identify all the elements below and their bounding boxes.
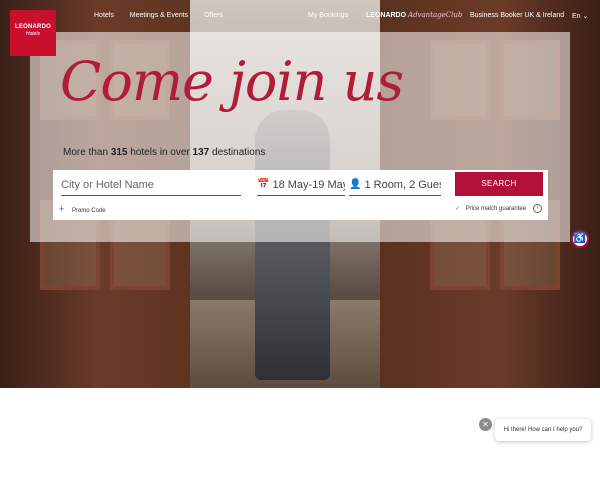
person-icon: 👤 bbox=[349, 179, 362, 190]
dates-field[interactable]: 📅 18 May-19 May bbox=[257, 174, 345, 196]
advantage-club-link[interactable]: LEONARDO AdvantageClub bbox=[366, 11, 462, 19]
hero-subline: More than 315 hotels in over 137 destina… bbox=[63, 147, 265, 158]
search-panel: City or Hotel Name 📅 18 May-19 May 👤 1 R… bbox=[53, 170, 548, 220]
hotels-count: 315 bbox=[110, 147, 128, 158]
promo-code-toggle[interactable]: + Promo Code bbox=[59, 204, 106, 214]
check-icon: ✓ bbox=[455, 206, 461, 212]
language-label: En bbox=[572, 13, 581, 20]
site-header: LEONARDO Hotels Hotels Meetings & Events… bbox=[0, 0, 600, 56]
guests-field[interactable]: 👤 1 Room, 2 Guests bbox=[349, 174, 441, 196]
search-button[interactable]: SEARCH bbox=[455, 172, 543, 196]
guests-value: 1 Room, 2 Guests bbox=[364, 178, 441, 191]
subline-prefix: More than bbox=[63, 147, 109, 158]
calendar-icon: 📅 bbox=[257, 179, 270, 190]
close-icon[interactable]: ✕ bbox=[479, 418, 492, 431]
subline-suffix: destinations bbox=[212, 147, 266, 158]
promo-code-label: Promo Code bbox=[71, 208, 106, 214]
nav-hotels[interactable]: Hotels bbox=[94, 12, 114, 19]
subline-mid: hotels in over bbox=[130, 147, 190, 158]
main-nav: Hotels Meetings & Events Offers bbox=[94, 12, 237, 19]
plus-icon: + bbox=[59, 204, 65, 214]
nav-business-booker[interactable]: Business Booker UK & Ireland bbox=[470, 12, 564, 19]
hero-headline: Come join us bbox=[60, 50, 404, 113]
destinations-count: 137 bbox=[192, 147, 210, 158]
logo-text: LEONARDO bbox=[15, 24, 51, 30]
info-icon[interactable]: i bbox=[533, 204, 542, 213]
logo-subtext: Hotels bbox=[25, 31, 41, 37]
chat-bubble[interactable]: Hi there! How can I help you? bbox=[495, 419, 591, 441]
advantage-club-script: AdvantageClub bbox=[408, 11, 463, 19]
price-match-label: Price match guarantee bbox=[465, 206, 527, 212]
nav-meetings-events[interactable]: Meetings & Events bbox=[130, 12, 188, 19]
nav-offers[interactable]: Offers bbox=[204, 12, 223, 19]
leonardo-logo[interactable]: LEONARDO Hotels bbox=[10, 10, 56, 56]
language-selector[interactable]: En ⌄ bbox=[572, 12, 588, 20]
destination-input[interactable]: City or Hotel Name bbox=[61, 174, 241, 196]
chevron-down-icon: ⌄ bbox=[582, 13, 589, 20]
dates-value: 18 May-19 May bbox=[272, 178, 345, 191]
accessibility-icon[interactable]: ♿ bbox=[571, 230, 589, 248]
nav-my-bookings[interactable]: My Bookings bbox=[308, 12, 348, 19]
advantage-club-prefix: LEONARDO bbox=[366, 12, 407, 19]
price-match: ✓ Price match guarantee bbox=[455, 205, 526, 212]
